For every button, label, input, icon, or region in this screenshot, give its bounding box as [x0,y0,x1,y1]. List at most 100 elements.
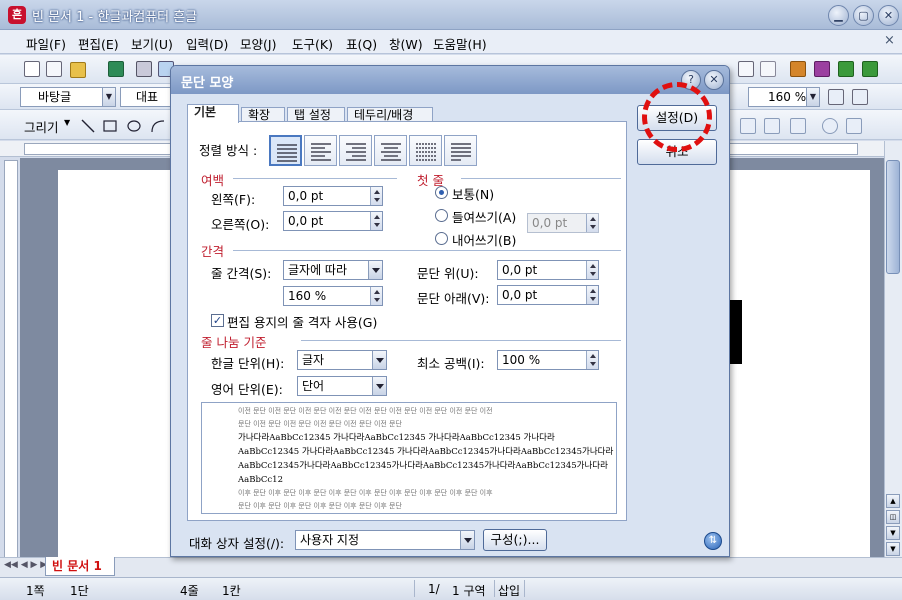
ellipse-tool-icon[interactable] [126,118,142,134]
english-unit-select[interactable]: 단어 [297,376,387,396]
rectangle-tool-icon[interactable] [102,118,118,134]
rotate-tool-icon[interactable] [822,118,838,134]
space-above-value: 0,0 pt [502,263,538,277]
arc-tool-icon[interactable] [150,118,166,134]
first-line-normal-label[interactable]: 보통(N) [452,184,494,203]
line-grid-checkbox[interactable]: ✓ [211,314,224,327]
korean-unit-select[interactable]: 글자 [297,350,387,370]
menu-tools[interactable]: 도구(K) [292,34,333,53]
align-center-button[interactable] [374,135,407,166]
spinner-icon[interactable] [370,287,382,305]
menu-view[interactable]: 보기(U) [131,34,173,53]
paragraph-shape-dialog: 문단 모양 ? ✕ 기본 확장 탭 설정 테두리/배경 정렬 방식 : 여백 왼… [170,65,730,557]
new-document-icon[interactable] [24,61,40,77]
dialog-settings-arrow-icon[interactable]: ⇅ [704,532,722,550]
left-margin-label: 왼쪽(F): [211,192,256,207]
maximize-button[interactable]: ▢ [853,5,874,26]
dialog-close-icon[interactable]: ✕ [704,70,724,90]
configure-button[interactable]: 구성(;)... [483,529,547,551]
flip-tool-icon[interactable] [846,118,862,134]
tab-basic[interactable]: 기본 [187,104,239,123]
align-justify-button[interactable] [269,135,302,166]
chevron-down-icon[interactable] [372,351,386,369]
macro-play-2-icon[interactable] [862,61,878,77]
scroll-next-page-icon[interactable]: ▼ [886,542,900,556]
line-tool-icon[interactable] [80,118,96,134]
menu-table[interactable]: 표(Q) [346,34,377,53]
spinner-icon[interactable] [586,214,598,232]
tab-document-1[interactable]: 빈 문서 1 [45,557,115,576]
ungroup-tool-icon[interactable] [790,118,806,134]
first-line-indent-radio[interactable] [435,209,448,222]
save-icon[interactable] [108,61,124,77]
right-margin-field[interactable]: 0,0 pt [283,211,383,231]
open-folder-icon[interactable] [70,62,86,78]
chevron-down-icon[interactable]: ▼ [64,118,70,127]
status-column: 1칸 [222,584,241,598]
menu-window[interactable]: 창(W) [389,34,423,53]
line-grid-label[interactable]: 편집 용지의 줄 격자 사용(G) [227,312,377,331]
first-line-indent-label[interactable]: 들여쓰기(A) [452,207,516,226]
line-spacing-increase-icon[interactable] [828,89,844,105]
spinner-icon[interactable] [370,212,382,230]
new-template-icon[interactable] [46,61,62,77]
first-line-normal-radio[interactable] [435,186,448,199]
macro-play-1-icon[interactable] [838,61,854,77]
vertical-ruler[interactable] [4,160,18,560]
space-below-field[interactable]: 0,0 pt [497,285,599,305]
dialog-setting-select[interactable]: 사용자 지정 [295,530,475,550]
spinner-icon[interactable] [586,351,598,369]
line-spacing-decrease-icon[interactable] [852,89,868,105]
align-tool-icon[interactable] [740,118,756,134]
scrollbar-thumb[interactable] [886,160,900,274]
group-tool-icon[interactable] [764,118,780,134]
copy-icon[interactable] [760,61,776,77]
status-separator [494,580,495,597]
minimize-button[interactable]: ▁ [828,5,849,26]
menu-insert[interactable]: 입력(D) [186,34,228,53]
app-logo-icon[interactable]: 흔 [8,6,26,24]
menu-format[interactable]: 모양(J) [240,34,276,53]
book-icon[interactable] [790,61,806,77]
align-right-button[interactable] [339,135,372,166]
menu-help[interactable]: 도움말(H) [433,34,487,53]
chevron-down-icon[interactable]: ▼ [102,88,115,106]
chevron-down-icon[interactable] [372,377,386,395]
status-insert-mode[interactable]: 삽입 [498,582,520,599]
draw-menu-label[interactable]: 그리기 [24,117,59,136]
line-spacing-label: 줄 간격(S): [211,266,272,281]
first-line-outdent-label[interactable]: 내어쓰기(B) [452,230,516,249]
first-line-value-field[interactable]: 0,0 pt [527,213,599,233]
scroll-down-icon[interactable]: ▼ [886,526,900,540]
space-above-field[interactable]: 0,0 pt [497,260,599,280]
preview-prev-line: 문단 이전 문단 이전 문단 이전 문단 이전 문단 이전 문단 [238,420,402,428]
page-view-icon[interactable]: ◫ [886,510,900,524]
font-combo[interactable]: 대표 [120,87,175,107]
line-spacing-type-select[interactable]: 글자에 따라 [283,260,383,280]
align-left-button[interactable] [304,135,337,166]
min-space-field[interactable]: 100 % [497,350,599,370]
left-margin-field[interactable]: 0,0 pt [283,186,383,206]
dialog-titlebar[interactable]: 문단 모양 ? ✕ [171,66,729,94]
align-divide-button[interactable] [444,135,477,166]
line-spacing-value-field[interactable]: 160 % [283,286,383,306]
chevron-down-icon[interactable] [460,531,474,549]
chevron-down-icon[interactable]: ▼ [806,88,819,106]
style-combo[interactable]: 바탕글 ▼ [20,87,116,107]
highlight-circle [642,82,712,152]
spinner-icon[interactable] [586,261,598,279]
menu-edit[interactable]: 편집(E) [78,34,119,53]
menu-file[interactable]: 파일(F) [26,34,66,53]
presentation-icon[interactable] [814,61,830,77]
scroll-up-icon[interactable]: ▲ [886,494,900,508]
spinner-icon[interactable] [586,286,598,304]
print-icon[interactable] [136,61,152,77]
first-line-outdent-radio[interactable] [435,232,448,245]
paste-icon[interactable] [738,61,754,77]
zoom-combo[interactable]: 160 % ▼ [748,87,820,107]
spinner-icon[interactable] [370,187,382,205]
chevron-down-icon[interactable] [368,261,382,279]
document-close-icon[interactable]: × [884,33,895,48]
close-button[interactable]: ✕ [878,5,899,26]
align-distribute-button[interactable] [409,135,442,166]
